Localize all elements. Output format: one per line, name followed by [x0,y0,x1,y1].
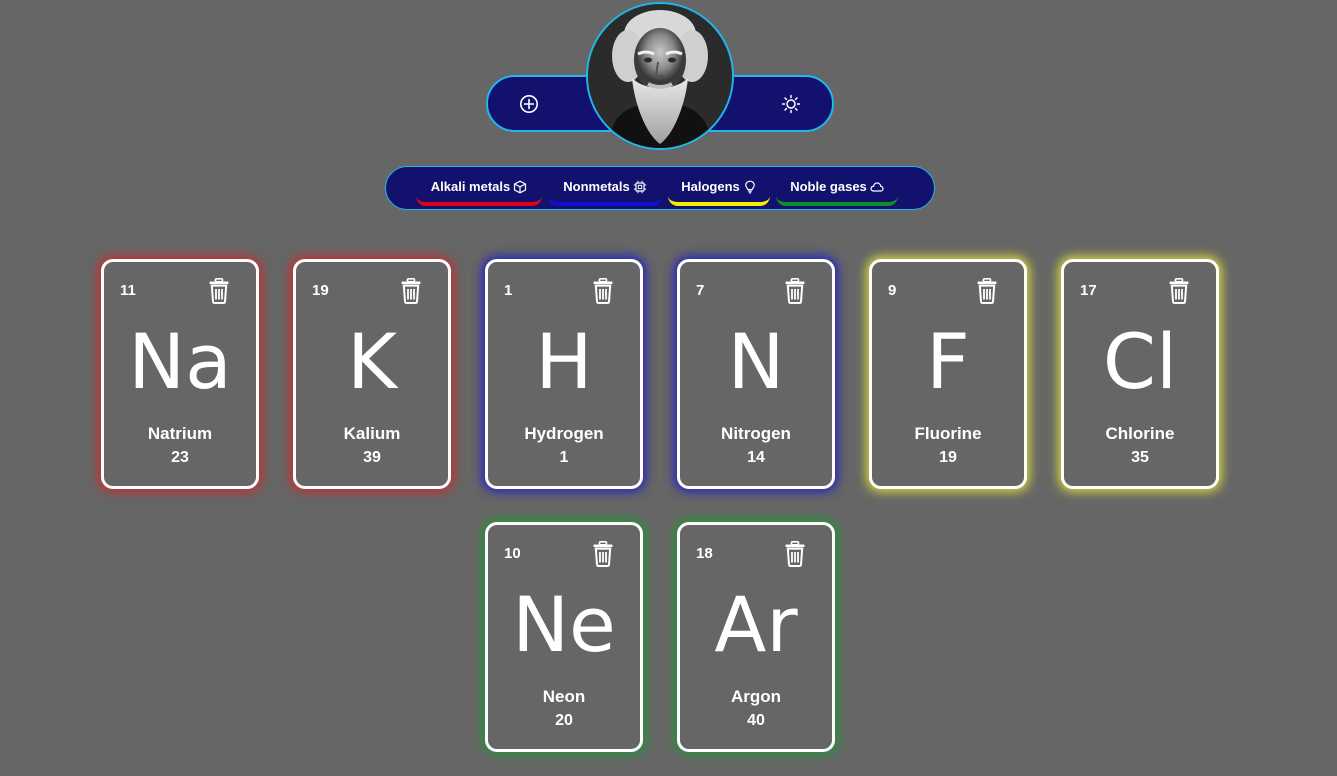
element-symbol: N [727,317,785,406]
delete-element-button[interactable] [592,278,614,304]
atomic-mass: 20 [555,712,573,729]
trash-icon [1168,278,1190,308]
trash-icon [400,278,422,308]
delete-element-button[interactable] [592,541,614,567]
sun-icon [781,94,801,114]
atomic-mass: 23 [171,449,189,466]
element-symbol: Ar [714,580,798,669]
filter-noble-gases[interactable]: Noble gases [776,176,898,206]
atomic-number: 1 [504,282,513,299]
avatar [586,2,734,150]
atomic-number: 19 [312,282,329,299]
portrait-photo [588,4,732,148]
element-symbol: Ne [512,580,616,669]
delete-element-button[interactable] [784,278,806,304]
trash-icon [784,278,806,308]
cube-icon [513,180,527,194]
trash-icon [592,278,614,308]
atomic-number: 11 [120,282,136,299]
filter-label: Halogens [681,179,740,194]
chip-icon [633,180,647,194]
element-name: Chlorine [1105,424,1175,443]
atomic-number: 7 [696,282,705,299]
element-name: Fluorine [914,424,982,443]
add-element-button[interactable] [514,89,544,119]
filter-label: Alkali metals [430,179,511,194]
delete-element-button[interactable] [1168,278,1190,304]
element-symbol: K [347,317,397,406]
delete-element-button[interactable] [400,278,422,304]
atomic-mass: 35 [1131,449,1149,466]
delete-element-button[interactable] [976,278,998,304]
atomic-mass: 40 [747,712,765,729]
cloud-icon [870,180,884,194]
app-root: Alkali metals Nonmetals Halogens Noble g… [0,0,1337,776]
trash-icon [592,541,614,571]
atomic-number: 17 [1080,282,1097,299]
lightbulb-icon [743,180,757,194]
atomic-number: 9 [888,282,897,299]
element-card-argon[interactable]: 18 Ar Argon 40 [677,522,835,752]
theme-toggle-button[interactable] [776,89,806,119]
filter-alkali-metals[interactable]: Alkali metals [416,176,542,206]
atomic-mass: 19 [939,449,957,466]
filter-label: Nonmetals [563,179,630,194]
element-symbol: Cl [1102,317,1178,406]
element-name: Neon [542,687,586,706]
atomic-number: 10 [504,545,521,562]
element-symbol: Na [128,317,232,406]
element-symbol: F [926,317,970,406]
element-name: Kalium [343,424,401,443]
delete-element-button[interactable] [784,541,806,567]
filter-label: Noble gases [790,179,867,194]
element-name: Argon [730,687,782,706]
trash-icon [784,541,806,571]
atomic-mass: 14 [747,449,765,466]
atomic-mass: 1 [559,449,569,466]
atomic-mass: 39 [363,449,381,466]
element-card-chlorine[interactable]: 17 Cl Chlorine 35 [1061,259,1219,489]
element-card-nitrogen[interactable]: 7 N Nitrogen 14 [677,259,835,489]
element-name: Hydrogen [524,424,604,443]
element-card-fluorine[interactable]: 9 F Fluorine 19 [869,259,1027,489]
plus-circle-icon [520,95,538,113]
element-card-kalium[interactable]: 19 K Kalium 39 [293,259,451,489]
trash-icon [976,278,998,308]
element-symbol: H [535,317,593,406]
filter-halogens[interactable]: Halogens [668,176,770,206]
filter-nonmetals[interactable]: Nonmetals [548,176,662,206]
element-name: Natrium [147,424,213,443]
element-name: Nitrogen [721,424,791,443]
element-card-hydrogen[interactable]: 1 H Hydrogen 1 [485,259,643,489]
trash-icon [208,278,230,308]
atomic-number: 18 [696,545,713,562]
element-card-natrium[interactable]: 11 Na Natrium 23 [101,259,259,489]
element-card-neon[interactable]: 10 Ne Neon 20 [485,522,643,752]
delete-element-button[interactable] [208,278,230,304]
